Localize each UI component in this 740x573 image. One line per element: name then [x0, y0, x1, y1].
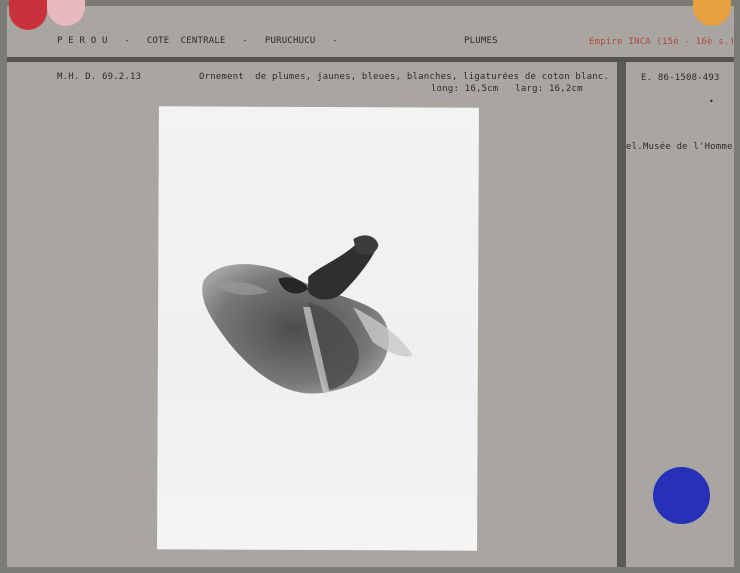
column-divider — [617, 62, 626, 567]
object-dimensions: long: 16,5cm larg: 16,2cm — [431, 84, 583, 94]
object-description: Ornement de plumes, jaunes, bleues, blan… — [199, 72, 610, 82]
header-period: Empire INCA (15è - 16è s.) — [589, 37, 736, 47]
header-category: PLUMES — [464, 36, 498, 46]
photo-reference: E. 86-1508-493 — [641, 73, 720, 83]
header-location: P E R O U - COTE CENTRALE - PURUCHUCU - — [57, 36, 338, 46]
feather-ornament-image — [202, 235, 413, 394]
mark-dot: • — [709, 97, 715, 106]
museum-credit: el.Musée de l'Homme — [626, 142, 733, 152]
blue-dot — [653, 467, 710, 524]
object-photograph — [157, 106, 479, 551]
inventory-number: M.H. D. 69.2.13 — [57, 72, 142, 82]
